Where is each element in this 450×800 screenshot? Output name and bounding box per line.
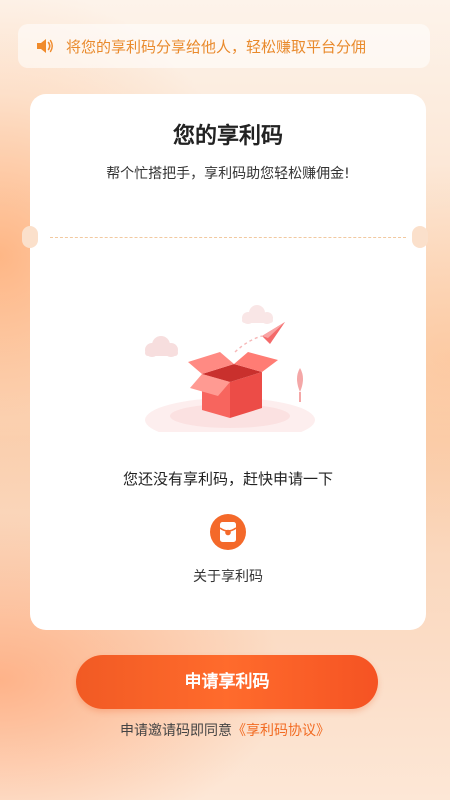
ticket-notch-left xyxy=(22,226,38,248)
about-invite-code-link[interactable]: 关于享利码 xyxy=(168,514,288,585)
agreement-text: 申请邀请码即同意《享利码协议》 xyxy=(0,720,450,740)
speaker-icon xyxy=(37,39,53,53)
about-invite-code-label: 关于享利码 xyxy=(193,569,263,585)
empty-state-text: 您还没有享利码，赶快申请一下 xyxy=(122,470,333,488)
notice-text: 将您的享利码分享给他人，轻松赚取平台分佣 xyxy=(66,37,367,56)
agreement-link[interactable]: 《享利码协议》 xyxy=(232,723,330,739)
ticket-notch-right xyxy=(412,226,428,248)
card-subtitle: 帮个忙搭把手，享利码助您轻松赚佣金! xyxy=(106,166,350,182)
red-envelope-icon xyxy=(210,514,246,550)
notice-banner: 将您的享利码分享给他人，轻松赚取平台分佣 xyxy=(18,24,430,68)
dashed-divider xyxy=(50,237,406,238)
agreement-prefix: 申请邀请码即同意 xyxy=(120,723,232,739)
open-gift-box-with-paper-plane-icon xyxy=(145,305,315,432)
invite-code-card: 您的享利码 帮个忙搭把手，享利码助您轻松赚佣金! 您还没有享利码，赶快申请一下 … xyxy=(30,94,426,630)
apply-invite-code-button[interactable]: 申请享利码 xyxy=(76,655,378,709)
card-title: 您的享利码 xyxy=(172,124,283,149)
